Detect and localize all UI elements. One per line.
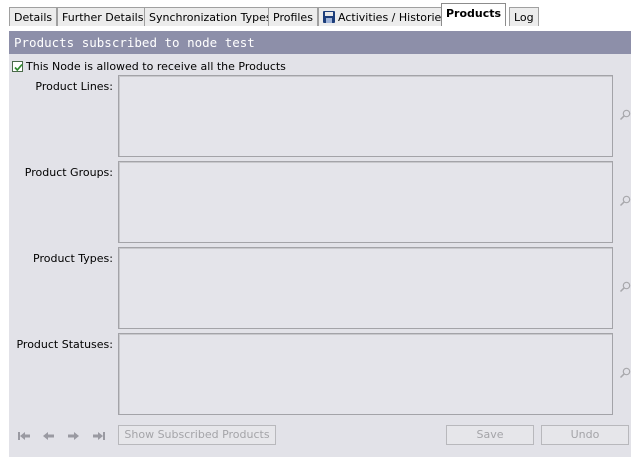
product-groups-list[interactable]	[118, 161, 613, 243]
tab-label: Products	[446, 7, 502, 20]
products-panel: Products subscribed to node test This No…	[9, 31, 631, 457]
tab-label: Synchronization Types	[149, 11, 272, 24]
tab-details[interactable]: Details	[9, 7, 58, 26]
tab-further-details[interactable]: Further Details	[57, 7, 149, 26]
tab-bar: Details Further Details Synchronization …	[0, 0, 631, 30]
search-icon[interactable]	[619, 367, 631, 379]
product-lines-list[interactable]	[118, 75, 613, 157]
panel-title: Products subscribed to node test	[9, 31, 631, 54]
tab-label: Profiles	[273, 11, 313, 24]
search-icon[interactable]	[619, 195, 631, 207]
product-types-list[interactable]	[118, 247, 613, 329]
show-subscribed-products-button[interactable]: Show Subscribed Products	[118, 425, 276, 445]
save-button[interactable]: Save	[446, 425, 534, 445]
tab-label: Further Details	[62, 11, 144, 24]
tab-activities-histories[interactable]: Activities / Histories	[318, 7, 453, 26]
product-types-label: Product Types:	[33, 252, 113, 265]
product-lines-label: Product Lines:	[35, 80, 113, 93]
product-statuses-list[interactable]	[118, 333, 613, 415]
search-icon[interactable]	[619, 109, 631, 121]
last-record-icon[interactable]	[91, 430, 107, 442]
undo-button[interactable]: Undo	[541, 425, 629, 445]
tab-label: Log	[514, 11, 534, 24]
tab-profiles[interactable]: Profiles	[268, 7, 318, 26]
first-record-icon[interactable]	[16, 430, 32, 442]
previous-record-icon[interactable]	[41, 430, 57, 442]
allow-all-products-checkbox[interactable]	[12, 60, 23, 72]
search-icon[interactable]	[619, 281, 631, 293]
product-statuses-label: Product Statuses:	[16, 338, 113, 351]
checkmark-icon	[14, 63, 23, 71]
floppy-disk-icon	[323, 10, 335, 23]
allow-all-products-label: This Node is allowed to receive all the …	[26, 59, 286, 73]
allow-all-products-row: This Node is allowed to receive all the …	[12, 59, 286, 73]
product-groups-label: Product Groups:	[24, 166, 113, 179]
tab-label: Activities / Histories	[338, 11, 448, 24]
tab-label: Details	[14, 11, 53, 24]
tab-log[interactable]: Log	[509, 7, 539, 26]
tab-products[interactable]: Products	[441, 3, 507, 26]
tab-synchronization-types[interactable]: Synchronization Types	[144, 7, 277, 26]
next-record-icon[interactable]	[65, 430, 81, 442]
